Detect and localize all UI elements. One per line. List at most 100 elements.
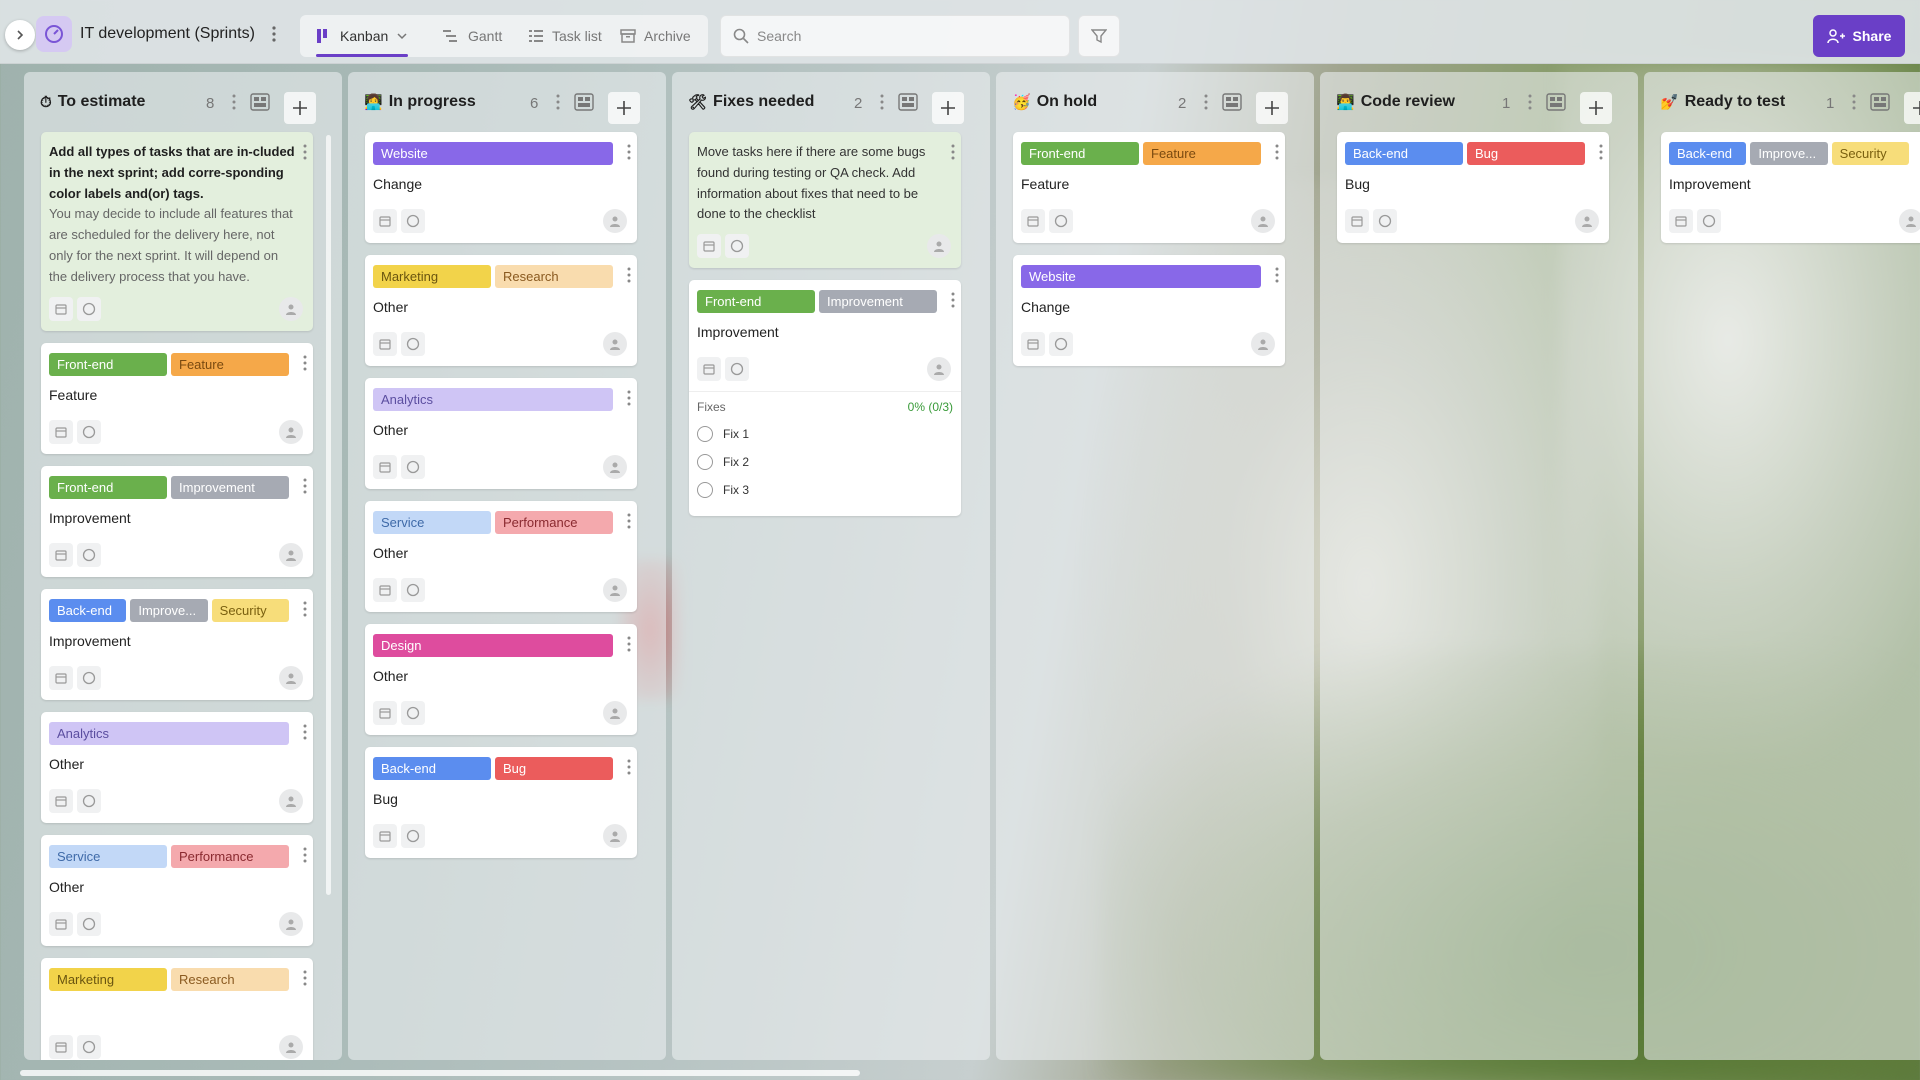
- status-circle-icon[interactable]: [77, 788, 101, 813]
- note-card[interactable]: Add all types of tasks that are in-clude…: [41, 132, 313, 331]
- card-title[interactable]: Bug: [373, 791, 629, 815]
- add-card-button[interactable]: [284, 92, 316, 124]
- card-menu-icon[interactable]: [627, 759, 631, 780]
- card-title[interactable]: Improvement: [1669, 176, 1920, 200]
- card-title[interactable]: Change: [373, 176, 629, 200]
- task-card[interactable]: Back-end Bug Bug: [1337, 132, 1609, 243]
- add-card-button[interactable]: [1256, 92, 1288, 124]
- card-title[interactable]: Other: [49, 879, 305, 903]
- column-layout-icon[interactable]: [898, 93, 918, 116]
- assignee-avatar-icon[interactable]: [603, 824, 627, 848]
- column-title[interactable]: 🥳 On hold: [1012, 93, 1097, 111]
- column-menu-icon[interactable]: [1204, 94, 1208, 115]
- add-card-button[interactable]: [608, 92, 640, 124]
- label-tag[interactable]: Improvement: [819, 290, 937, 314]
- checklist-item[interactable]: Fix 3: [697, 476, 953, 504]
- status-circle-icon[interactable]: [1049, 332, 1073, 356]
- column-menu-icon[interactable]: [1852, 94, 1856, 115]
- assignee-avatar-icon[interactable]: [927, 357, 951, 382]
- column-menu-icon[interactable]: [1528, 94, 1532, 115]
- label-tag[interactable]: Research: [171, 967, 289, 991]
- column-title[interactable]: 👩‍💻 In progress: [364, 93, 476, 111]
- label-tag[interactable]: Marketing: [373, 265, 491, 288]
- card-title[interactable]: Other: [373, 299, 629, 323]
- column-menu-icon[interactable]: [556, 94, 560, 115]
- label-tag[interactable]: Research: [495, 265, 613, 288]
- card-menu-icon[interactable]: [1275, 267, 1279, 288]
- card-title[interactable]: Change: [1021, 299, 1277, 323]
- assignee-avatar-icon[interactable]: [603, 455, 627, 479]
- calendar-icon[interactable]: [49, 788, 73, 813]
- card-menu-icon[interactable]: [303, 478, 307, 499]
- card-title[interactable]: Improvement: [49, 633, 305, 657]
- task-card[interactable]: Website Change: [365, 132, 637, 243]
- task-card[interactable]: Front-end Feature Feature: [41, 342, 313, 454]
- assignee-avatar-icon[interactable]: [279, 542, 303, 567]
- status-circle-icon[interactable]: [1697, 209, 1721, 233]
- checkbox[interactable]: [697, 454, 713, 471]
- calendar-icon[interactable]: [373, 578, 397, 602]
- card-menu-icon[interactable]: [303, 144, 307, 165]
- task-card[interactable]: Analytics Other: [41, 711, 313, 823]
- task-card[interactable]: Design Other: [365, 624, 637, 735]
- column-menu-icon[interactable]: [232, 94, 236, 115]
- calendar-icon[interactable]: [373, 209, 397, 233]
- card-title[interactable]: Improvement: [697, 324, 953, 348]
- label-tag[interactable]: Back-end: [49, 598, 127, 622]
- assignee-avatar-icon[interactable]: [1575, 209, 1599, 233]
- assignee-avatar-icon[interactable]: [279, 911, 303, 936]
- column-layout-icon[interactable]: [1222, 93, 1242, 116]
- search-input[interactable]: [757, 28, 1057, 44]
- label-tag[interactable]: Service: [49, 844, 167, 868]
- card-menu-icon[interactable]: [303, 601, 307, 622]
- label-tag[interactable]: Feature: [1143, 142, 1261, 165]
- label-tag[interactable]: Improve...: [130, 598, 208, 622]
- column-title[interactable]: 🛠 Fixes needed: [688, 93, 814, 111]
- calendar-icon[interactable]: [1021, 332, 1045, 356]
- project-icon[interactable]: [36, 16, 72, 52]
- card-menu-icon[interactable]: [627, 390, 631, 411]
- label-tag[interactable]: Performance: [171, 844, 289, 868]
- calendar-icon[interactable]: [373, 701, 397, 725]
- tab-kanban[interactable]: Kanban: [316, 15, 409, 57]
- card-menu-icon[interactable]: [951, 144, 955, 165]
- column-title[interactable]: 👨‍💻 Code review: [1336, 93, 1455, 111]
- checklist-item[interactable]: Fix 1: [697, 420, 953, 448]
- card-menu-icon[interactable]: [1599, 144, 1603, 165]
- task-card[interactable]: Service Performance Other: [365, 501, 637, 612]
- label-tag[interactable]: Bug: [495, 757, 613, 780]
- task-card[interactable]: Front-end Improvement Improvement Fixes 0…: [689, 280, 961, 517]
- calendar-icon[interactable]: [1669, 209, 1693, 233]
- card-title[interactable]: Other: [373, 668, 629, 692]
- card-menu-icon[interactable]: [951, 292, 955, 313]
- label-tag[interactable]: Website: [1021, 265, 1261, 288]
- calendar-icon[interactable]: [49, 296, 73, 321]
- column-title[interactable]: ⏱ To estimate: [40, 93, 145, 111]
- add-card-button[interactable]: [1904, 92, 1920, 124]
- label-tag[interactable]: Analytics: [49, 721, 289, 745]
- task-card[interactable]: Back-end Bug Bug: [365, 747, 637, 858]
- search-box[interactable]: [720, 15, 1070, 57]
- tab-task-list[interactable]: Task list: [528, 15, 602, 57]
- calendar-icon[interactable]: [1021, 209, 1045, 233]
- calendar-icon[interactable]: [49, 419, 73, 444]
- card-title[interactable]: Other: [373, 545, 629, 569]
- note-card[interactable]: Move tasks here if there are some bugs f…: [689, 132, 961, 269]
- label-tag[interactable]: Website: [373, 142, 613, 165]
- card-menu-icon[interactable]: [1275, 144, 1279, 165]
- calendar-icon[interactable]: [373, 332, 397, 356]
- tab-archive[interactable]: Archive: [620, 15, 691, 57]
- card-menu-icon[interactable]: [627, 267, 631, 288]
- card-title[interactable]: Feature: [1021, 176, 1277, 200]
- label-tag[interactable]: Analytics: [373, 388, 613, 411]
- card-menu-icon[interactable]: [303, 970, 307, 991]
- column-menu-icon[interactable]: [880, 94, 884, 115]
- status-circle-icon[interactable]: [77, 1034, 101, 1059]
- card-title[interactable]: [49, 1002, 305, 1026]
- assignee-avatar-icon[interactable]: [279, 1034, 303, 1059]
- label-tag[interactable]: Improvement: [171, 475, 289, 499]
- card-title[interactable]: Improvement: [49, 510, 305, 534]
- calendar-icon[interactable]: [49, 542, 73, 567]
- share-button[interactable]: Share: [1813, 15, 1905, 57]
- filter-button[interactable]: [1078, 15, 1120, 57]
